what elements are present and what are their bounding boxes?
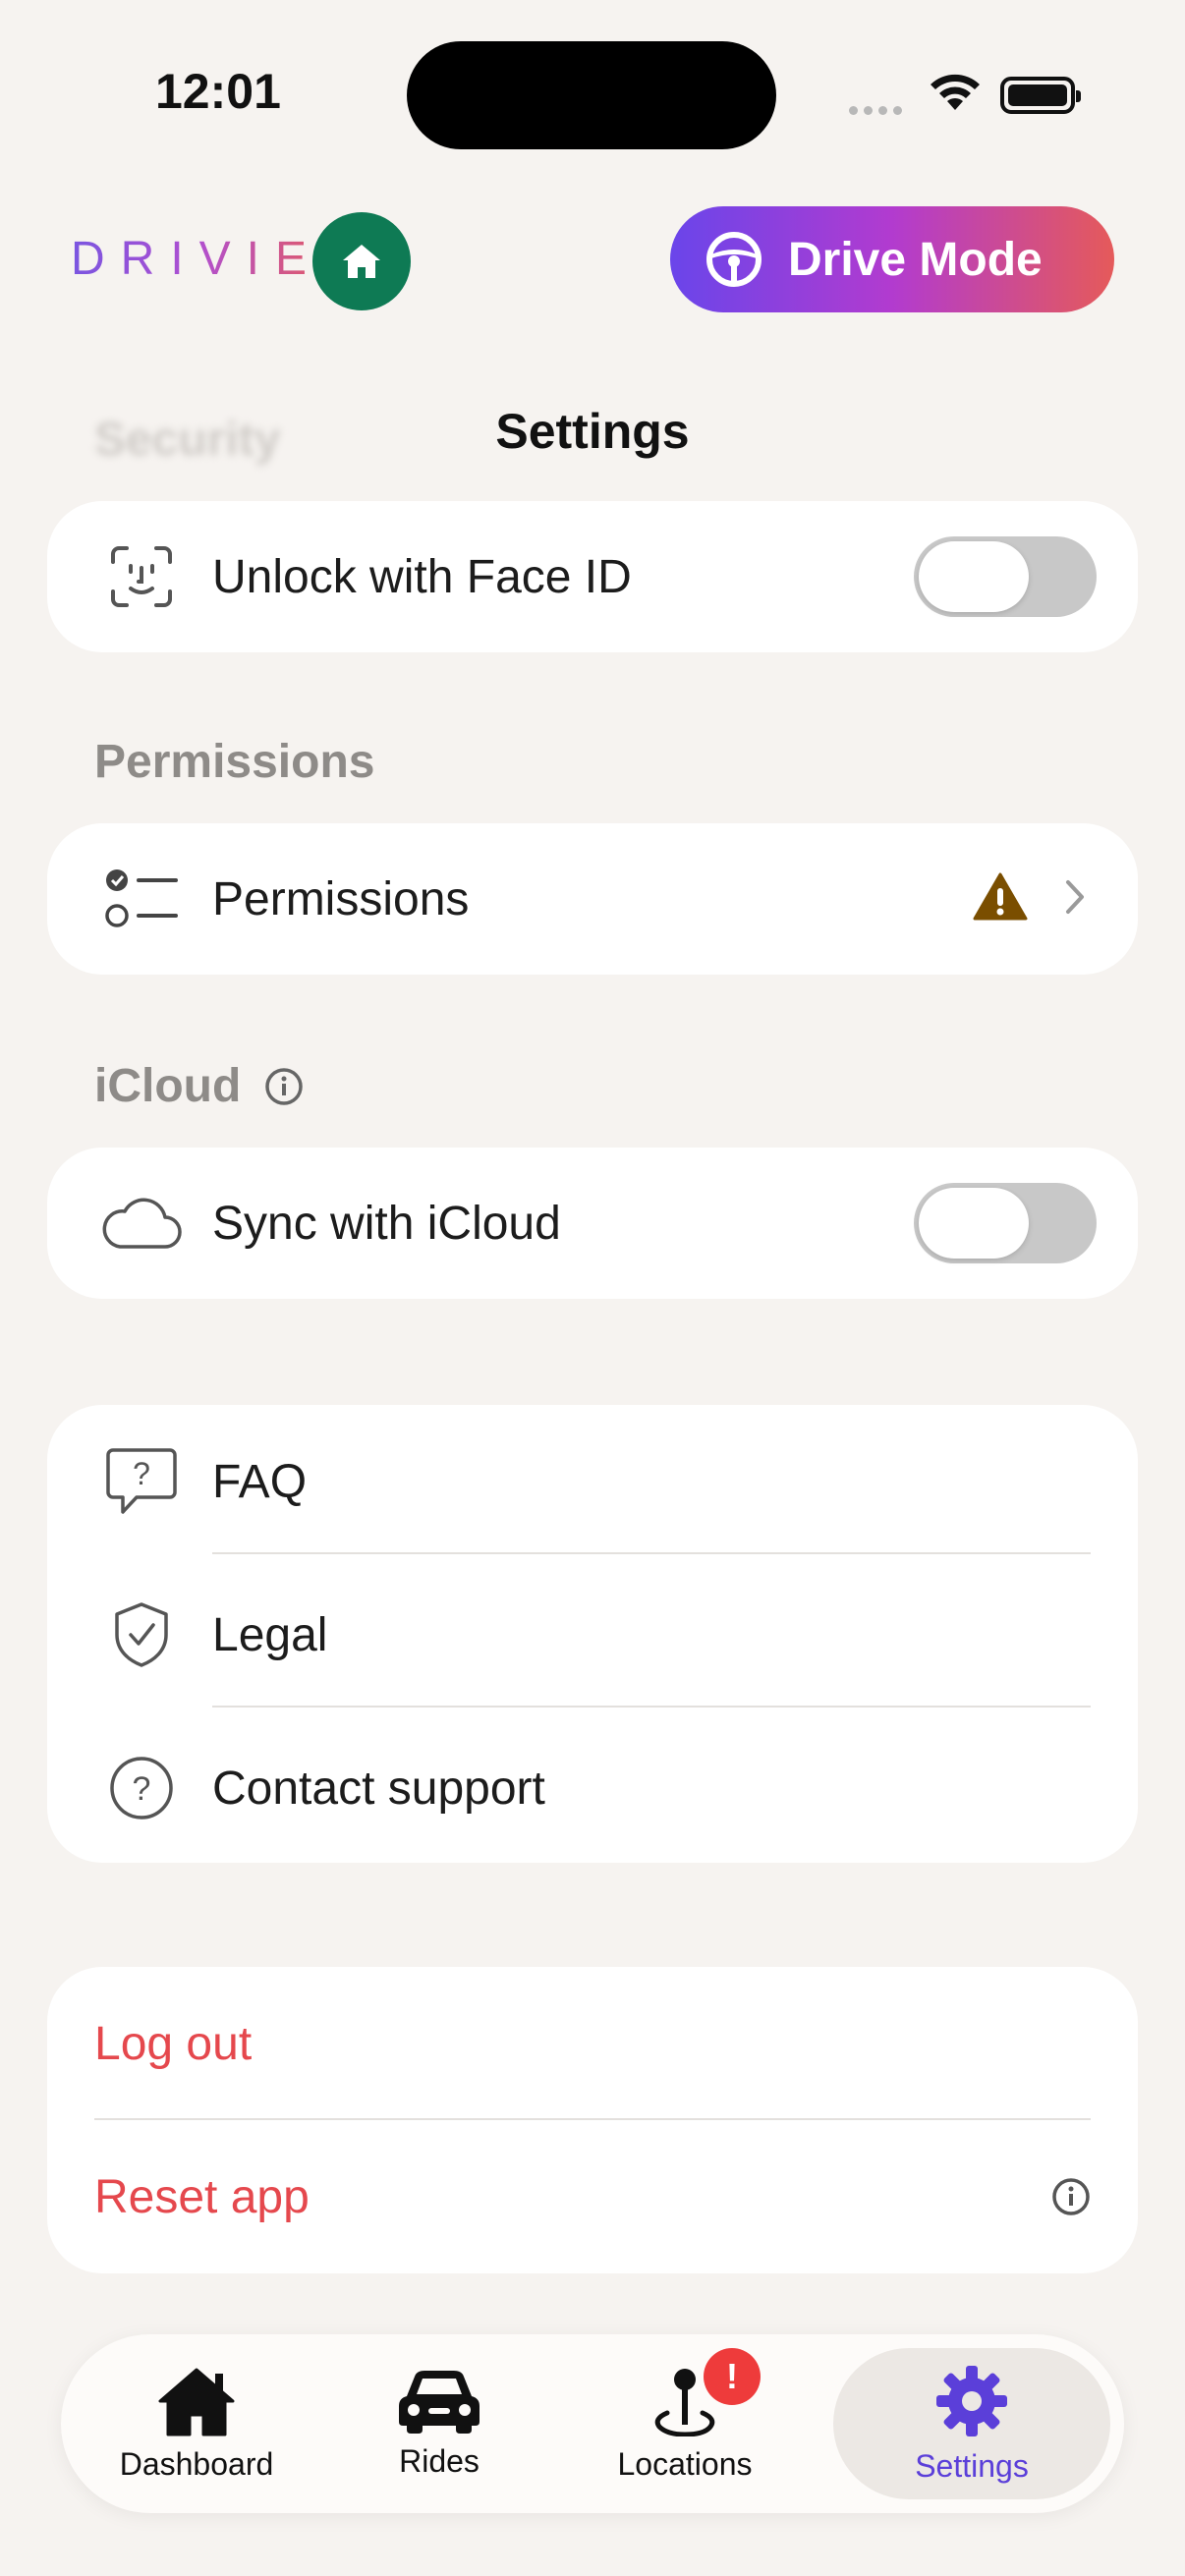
reset-app-row[interactable]: Reset app bbox=[47, 2120, 1138, 2273]
tab-label: Dashboard bbox=[119, 2445, 274, 2482]
logout-row[interactable]: Log out bbox=[47, 1967, 1138, 2120]
svg-text:?: ? bbox=[133, 1456, 150, 1491]
divider bbox=[212, 1706, 1091, 1708]
tab-label: Locations bbox=[617, 2445, 753, 2482]
permissions-row[interactable]: Permissions bbox=[47, 823, 1138, 975]
cloud-icon bbox=[100, 1196, 183, 1251]
section-title-icloud: iCloud bbox=[94, 1060, 242, 1112]
icloud-sync-row: Sync with iCloud bbox=[47, 1148, 1138, 1299]
contact-support-row[interactable]: ? Contact support bbox=[47, 1711, 1138, 1865]
wifi-icon bbox=[928, 73, 983, 119]
permissions-label: Permissions bbox=[212, 872, 470, 925]
tab-locations[interactable]: Locations ! bbox=[592, 2334, 778, 2513]
alert-badge: ! bbox=[704, 2348, 761, 2405]
battery-icon bbox=[1000, 77, 1081, 114]
permissions-card: Permissions bbox=[47, 823, 1138, 975]
house-icon bbox=[158, 2368, 235, 2436]
checklist-icon bbox=[105, 867, 178, 931]
account-card: Log out Reset app bbox=[47, 1967, 1138, 2273]
reset-app-label: Reset app bbox=[94, 2170, 310, 2223]
cellular-signal-icon bbox=[849, 102, 908, 120]
shield-check-icon bbox=[113, 1601, 170, 1668]
support-card: ? FAQ Legal ? Contact support bbox=[47, 1405, 1138, 1863]
icloud-sync-label: Sync with iCloud bbox=[212, 1197, 561, 1250]
tab-dashboard[interactable]: Dashboard bbox=[90, 2334, 303, 2513]
section-icloud: iCloud bbox=[94, 1059, 304, 1113]
svg-text:?: ? bbox=[133, 1770, 151, 1808]
tab-settings[interactable]: Settings bbox=[833, 2348, 1110, 2499]
tab-rides[interactable]: Rides bbox=[346, 2334, 533, 2513]
status-time: 12:01 bbox=[155, 64, 281, 119]
brand-logo: DRIVIE bbox=[71, 233, 323, 285]
drive-mode-label: Drive Mode bbox=[788, 233, 1043, 286]
info-icon[interactable] bbox=[1051, 2177, 1091, 2216]
gear-icon bbox=[936, 2365, 1007, 2436]
icloud-card: Sync with iCloud bbox=[47, 1148, 1138, 1299]
contact-support-label: Contact support bbox=[212, 1762, 545, 1815]
toggle-knob bbox=[919, 541, 1029, 612]
legal-row[interactable]: Legal bbox=[47, 1558, 1138, 1711]
divider bbox=[212, 1552, 1091, 1554]
faq-label: FAQ bbox=[212, 1455, 308, 1508]
faq-row[interactable]: ? FAQ bbox=[47, 1405, 1138, 1558]
legal-label: Legal bbox=[212, 1608, 328, 1661]
warning-icon bbox=[973, 872, 1028, 926]
page-title: Settings bbox=[495, 404, 690, 459]
house-icon bbox=[343, 245, 380, 278]
logout-label: Log out bbox=[94, 2017, 253, 2070]
face-id-label: Unlock with Face ID bbox=[212, 550, 632, 603]
face-id-icon bbox=[109, 544, 174, 609]
face-id-toggle[interactable] bbox=[914, 536, 1097, 617]
tab-label: Settings bbox=[915, 2447, 1029, 2484]
info-icon[interactable] bbox=[264, 1067, 304, 1106]
face-id-card: Unlock with Face ID bbox=[47, 501, 1138, 652]
home-button[interactable] bbox=[312, 212, 411, 310]
face-id-row: Unlock with Face ID bbox=[47, 501, 1138, 652]
question-bubble-icon: ? bbox=[105, 1447, 178, 1516]
dynamic-island bbox=[407, 41, 776, 149]
chevron-right-icon bbox=[1065, 879, 1085, 920]
section-title-permissions: Permissions bbox=[94, 736, 375, 788]
tab-bar: Dashboard Rides Locations ! Settings bbox=[61, 2334, 1124, 2513]
question-circle-icon: ? bbox=[109, 1756, 174, 1820]
toggle-knob bbox=[919, 1188, 1029, 1259]
icloud-sync-toggle[interactable] bbox=[914, 1183, 1097, 1263]
tab-label: Rides bbox=[399, 2442, 480, 2479]
steering-wheel-icon bbox=[706, 232, 762, 287]
car-icon bbox=[399, 2370, 480, 2434]
drive-mode-button[interactable]: Drive Mode bbox=[670, 206, 1114, 312]
